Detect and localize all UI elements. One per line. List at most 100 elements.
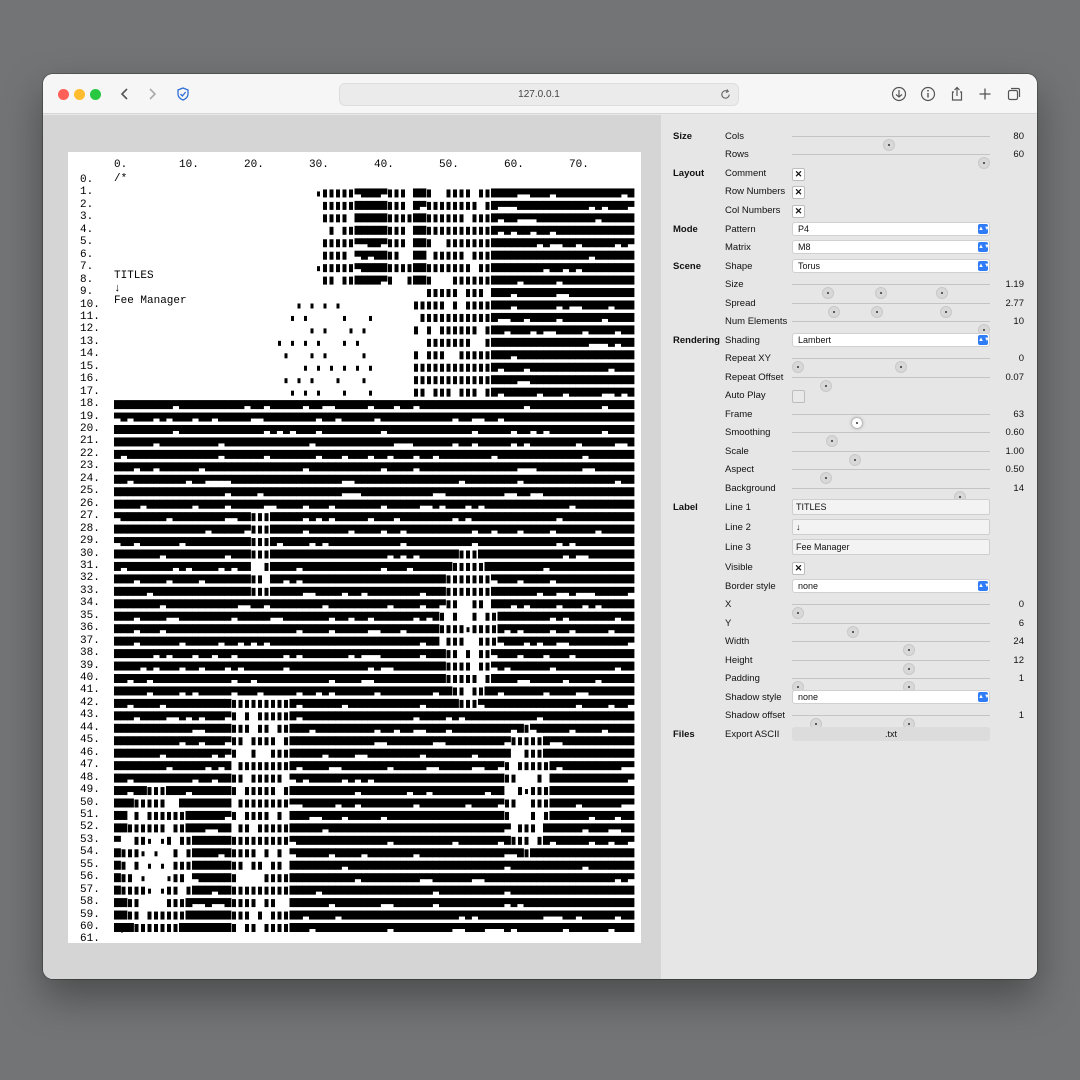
repeat-offset-label: Repeat Offset	[725, 372, 784, 383]
ascii-glyph	[433, 376, 438, 385]
ascii-glyph	[315, 512, 323, 519]
shadow-offset-slider[interactable]	[792, 715, 990, 730]
smoothing-slider[interactable]	[792, 432, 990, 447]
ascii-glyph	[491, 425, 498, 434]
ascii-glyph	[569, 848, 576, 858]
label-y-slider[interactable]	[792, 623, 990, 638]
aspect-slider[interactable]	[792, 469, 990, 484]
ascii-glyph	[413, 748, 420, 758]
ascii-glyph	[343, 340, 346, 346]
ascii-glyph	[588, 263, 596, 273]
scene-size-slider[interactable]	[792, 284, 990, 299]
repeat-offset-value: 0.07	[1005, 372, 1025, 383]
line2-input[interactable]: ↓	[792, 519, 990, 535]
ascii-glyph	[289, 512, 297, 522]
ascii-glyph	[510, 487, 518, 494]
ascii-glyph	[134, 836, 139, 845]
ascii-glyph	[595, 649, 602, 659]
ascii-glyph	[114, 736, 121, 746]
ascii-glyph	[543, 275, 550, 285]
ascii-glyph	[543, 300, 550, 310]
label-height-slider[interactable]	[792, 660, 990, 675]
shading-select[interactable]: Lambert ▲▼	[792, 333, 990, 347]
ascii-glyph	[349, 226, 353, 235]
ascii-glyph	[270, 425, 277, 434]
spread-slider[interactable]	[792, 303, 990, 318]
frame-slider[interactable]	[792, 414, 990, 429]
ascii-glyph	[211, 823, 219, 830]
ascii-glyph	[504, 400, 511, 410]
ascii-glyph	[588, 611, 596, 621]
forward-button[interactable]	[141, 83, 163, 105]
border-style-select[interactable]: none ▲▼	[792, 579, 990, 593]
ascii-glyph	[284, 712, 288, 721]
ascii-glyph	[530, 275, 537, 285]
num-elements-slider[interactable]	[792, 321, 991, 336]
rows-slider[interactable]	[792, 154, 991, 169]
pattern-select[interactable]: P4 ▲▼	[792, 222, 990, 236]
ascii-glyph	[335, 786, 342, 796]
privacy-shield-button[interactable]	[172, 83, 194, 105]
ascii-glyph	[530, 188, 537, 198]
close-window-button[interactable]	[58, 89, 69, 100]
export-txt-button[interactable]: .txt	[792, 727, 990, 741]
back-button[interactable]	[114, 83, 136, 105]
line3-input[interactable]: Fee Manager	[792, 539, 990, 555]
ascii-glyph	[224, 698, 232, 708]
shape-select[interactable]: Torus ▲▼	[792, 259, 990, 273]
ascii-glyph	[374, 213, 381, 223]
minimize-window-button[interactable]	[74, 89, 85, 100]
repeat-offset-slider[interactable]	[792, 377, 990, 392]
ascii-canvas[interactable]: /* */ TITLES ↓ Fee Manager 0. 10. 20. 30. 40…	[68, 152, 641, 945]
reload-icon[interactable]	[719, 88, 732, 101]
repeat-xy-slider[interactable]	[791, 358, 990, 373]
comment-checkbox[interactable]: ✕	[792, 168, 805, 181]
ascii-glyph	[179, 923, 186, 932]
ascii-glyph	[276, 674, 284, 683]
label-x-slider[interactable]	[791, 604, 990, 619]
matrix-select[interactable]: M8 ▲▼	[792, 240, 990, 254]
ascii-glyph	[374, 225, 381, 235]
ascii-glyph	[471, 748, 479, 755]
ascii-glyph	[543, 462, 550, 472]
info-button[interactable]	[917, 83, 939, 105]
ascii-glyph	[504, 325, 511, 332]
scale-slider[interactable]	[792, 451, 990, 466]
ascii-glyph	[406, 761, 414, 771]
ascii-glyph	[302, 624, 310, 634]
share-button[interactable]	[946, 83, 968, 105]
new-tab-button[interactable]	[974, 83, 996, 105]
ascii-glyph	[322, 499, 329, 509]
ascii-glyph	[276, 549, 284, 559]
ascii-glyph	[342, 239, 347, 248]
ascii-glyph	[453, 189, 457, 198]
auto-play-checkbox[interactable]	[792, 390, 805, 403]
row-numbers-checkbox[interactable]: ✕	[792, 186, 805, 199]
ascii-glyph	[185, 698, 193, 708]
background-slider[interactable]	[792, 488, 990, 503]
label-width-slider[interactable]	[792, 641, 990, 656]
ascii-glyph	[601, 537, 609, 547]
ascii-glyph	[159, 449, 167, 459]
ascii-glyph	[497, 524, 505, 534]
ascii-glyph	[166, 611, 173, 618]
ascii-glyph	[270, 400, 277, 410]
ascii-glyph	[426, 449, 433, 459]
zoom-window-button[interactable]	[90, 89, 101, 100]
padding-slider[interactable]	[791, 678, 990, 693]
shadow-style-select[interactable]: none ▲▼	[792, 690, 990, 704]
ascii-glyph	[420, 388, 425, 397]
visible-checkbox[interactable]: ✕	[792, 562, 805, 575]
ascii-glyph	[595, 474, 602, 484]
col-numbers-checkbox[interactable]: ✕	[792, 205, 805, 218]
cols-slider[interactable]	[792, 136, 990, 151]
downloads-button[interactable]	[888, 83, 910, 105]
tab-overview-button[interactable]	[1003, 83, 1025, 105]
ascii-glyph	[497, 873, 505, 883]
address-bar[interactable]: 127.0.0.1	[339, 83, 739, 106]
ascii-glyph	[562, 624, 570, 634]
ascii-glyph	[595, 561, 602, 571]
line1-input[interactable]: TITLES	[792, 499, 990, 515]
ascii-glyph	[354, 748, 362, 755]
ascii-glyph	[608, 723, 615, 733]
